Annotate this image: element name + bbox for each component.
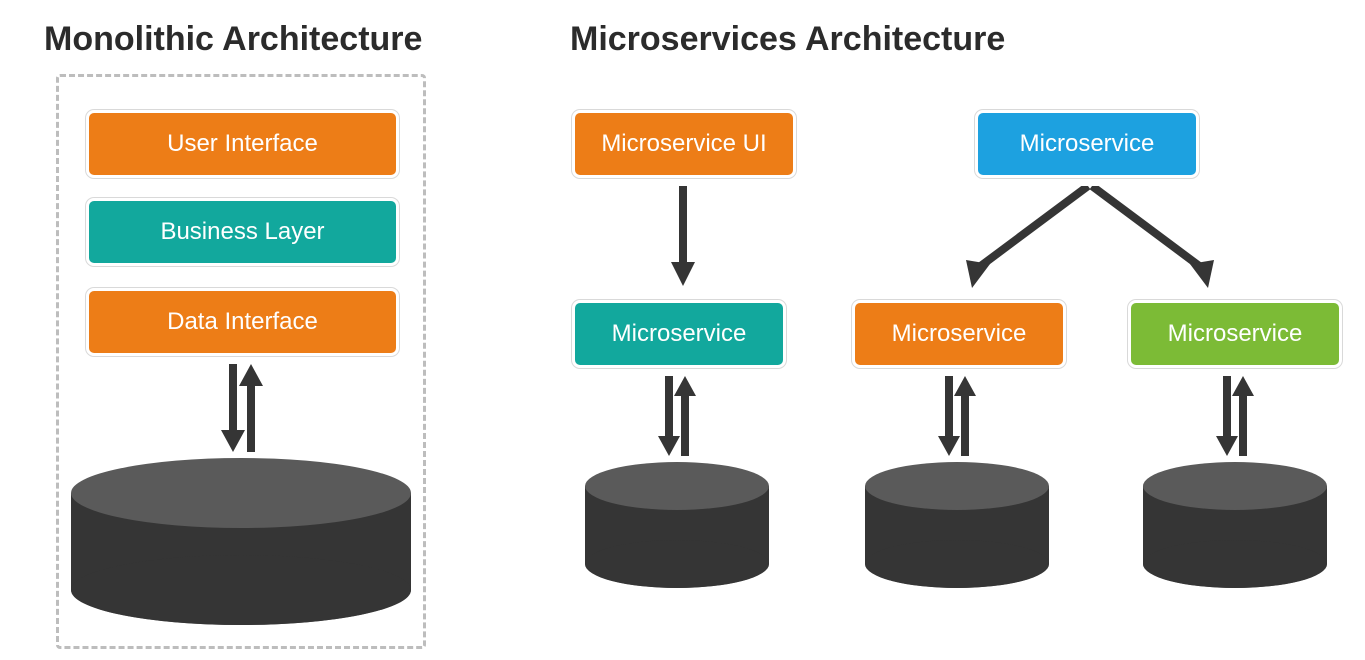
monolithic-bidir-arrow-icon (212, 364, 272, 452)
monolithic-database-icon (68, 455, 414, 630)
monolithic-title: Monolithic Architecture (44, 20, 422, 59)
monolithic-layer-ui: User Interface (86, 110, 399, 178)
arrow-split-icon (930, 186, 1250, 292)
microservice-teal-box: Microservice (572, 300, 786, 368)
database-3-icon (1140, 460, 1330, 590)
bidir-arrow-1-icon (650, 376, 704, 456)
database-2-icon (862, 460, 1052, 590)
microservices-title: Microservices Architecture (570, 20, 1005, 59)
microservice-blue-box: Microservice (975, 110, 1199, 178)
microservice-ui-box: Microservice UI (572, 110, 796, 178)
microservice-green-box: Microservice (1128, 300, 1342, 368)
bidir-arrow-2-icon (930, 376, 984, 456)
arrow-down-left-icon (668, 186, 698, 286)
monolithic-layer-business: Business Layer (86, 198, 399, 266)
monolithic-layer-data: Data Interface (86, 288, 399, 356)
microservice-orange2-box: Microservice (852, 300, 1066, 368)
database-1-icon (582, 460, 772, 590)
bidir-arrow-3-icon (1208, 376, 1262, 456)
